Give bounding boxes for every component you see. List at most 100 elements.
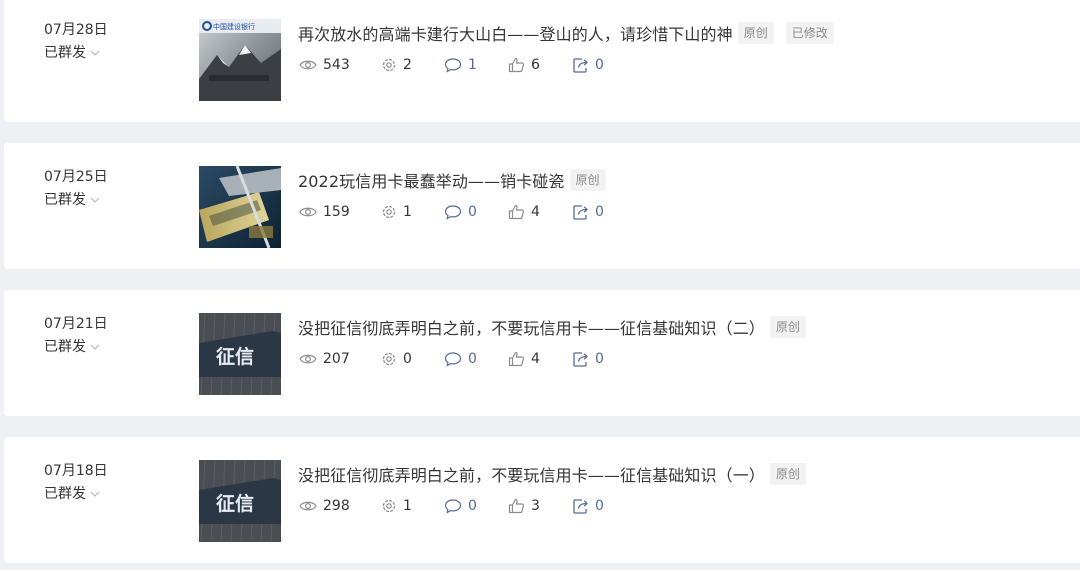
share-icon	[573, 498, 588, 514]
gear-icon	[382, 205, 396, 219]
chevron-down-icon	[90, 344, 100, 350]
comments-stat[interactable]: 0	[444, 348, 508, 370]
likes-count: 4	[531, 204, 540, 220]
comments-stat[interactable]: 1	[444, 54, 508, 76]
shares-stat[interactable]: 0	[572, 495, 604, 517]
thumbs-up-icon	[508, 498, 525, 514]
likes-stat[interactable]: 6	[508, 54, 572, 76]
share-icon	[573, 57, 588, 73]
comment-icon	[444, 352, 462, 367]
views-stat[interactable]: 207	[299, 348, 381, 370]
send-status-dropdown[interactable]: 已群发	[44, 42, 108, 64]
comments-count: 0	[468, 351, 477, 367]
comment-icon	[444, 205, 462, 220]
send-status-label: 已群发	[44, 192, 86, 208]
settings-stat[interactable]: 0	[381, 348, 444, 370]
comments-count: 1	[468, 57, 477, 73]
stats-row: 298 1 0 3 0	[299, 495, 604, 517]
views-stat[interactable]: 543	[299, 54, 381, 76]
article-card: 07月28日 已群发 中国建设银行 再次放水的高端卡建行大山白——登山的人，请珍…	[4, 0, 1080, 122]
svg-text:中国建设银行: 中国建设银行	[213, 22, 255, 31]
article-thumbnail[interactable]: 中国建设银行	[199, 19, 281, 101]
original-badge: 原创	[737, 22, 774, 44]
article-title[interactable]: 没把征信彻底弄明白之前，不要玩信用卡——征信基础知识（二）	[298, 315, 765, 339]
likes-stat[interactable]: 3	[508, 495, 572, 517]
views-count: 543	[323, 57, 350, 73]
shares-stat[interactable]: 0	[572, 54, 604, 76]
likes-count: 4	[531, 351, 540, 367]
gear-icon	[382, 499, 396, 513]
article-thumbnail[interactable]	[199, 166, 281, 248]
thumbs-up-icon	[508, 57, 525, 73]
gear-icon	[382, 58, 396, 72]
publish-date: 07月18日	[44, 463, 108, 479]
send-status-dropdown[interactable]: 已群发	[44, 336, 108, 358]
stats-row: 159 1 0 4 0	[299, 201, 604, 223]
title-row: 2022玩信用卡最蠢举动——销卡碰瓷 原创	[298, 168, 606, 192]
shares-count: 0	[595, 57, 604, 73]
original-badge: 原创	[569, 169, 606, 191]
thumbs-up-icon	[508, 351, 525, 367]
comments-stat[interactable]: 0	[444, 495, 508, 517]
settings-count: 1	[403, 498, 412, 514]
article-card: 07月25日 已群发 2022玩信用卡最蠢举动——销卡碰瓷 原创 159 1 0…	[4, 143, 1080, 269]
settings-stat[interactable]: 1	[381, 495, 444, 517]
comments-count: 0	[468, 204, 477, 220]
views-count: 298	[323, 498, 350, 514]
likes-count: 3	[531, 498, 540, 514]
send-status-dropdown[interactable]: 已群发	[44, 189, 108, 211]
article-card: 07月18日 已群发 征信 没把征信彻底弄明白之前，不要玩信用卡——征信基础知识…	[4, 437, 1080, 563]
comment-icon	[444, 58, 462, 73]
eye-icon	[299, 354, 317, 364]
article-card: 07月21日 已群发 征信 没把征信彻底弄明白之前，不要玩信用卡——征信基础知识…	[4, 290, 1080, 416]
publish-date: 07月28日	[44, 22, 108, 38]
settings-count: 2	[403, 57, 412, 73]
date-column: 07月25日 已群发	[44, 166, 108, 211]
views-stat[interactable]: 298	[299, 495, 381, 517]
publish-date: 07月25日	[44, 169, 108, 185]
article-thumbnail[interactable]: 征信	[199, 313, 281, 395]
title-row: 再次放水的高端卡建行大山白——登山的人，请珍惜下山的神 原创 已修改	[298, 21, 834, 45]
svg-text:征信: 征信	[216, 492, 254, 515]
original-badge: 原创	[769, 463, 806, 485]
views-stat[interactable]: 159	[299, 201, 381, 223]
title-row: 没把征信彻底弄明白之前，不要玩信用卡——征信基础知识（一） 原创	[298, 462, 806, 486]
likes-stat[interactable]: 4	[508, 201, 572, 223]
send-status-label: 已群发	[44, 339, 86, 355]
send-status-label: 已群发	[44, 45, 86, 61]
share-icon	[573, 351, 588, 367]
svg-text:征信: 征信	[216, 345, 254, 368]
comment-icon	[444, 499, 462, 514]
comments-count: 0	[468, 498, 477, 514]
article-thumbnail[interactable]: 征信	[199, 460, 281, 542]
article-title[interactable]: 2022玩信用卡最蠢举动——销卡碰瓷	[298, 168, 565, 192]
original-badge: 原创	[769, 316, 806, 338]
chevron-down-icon	[90, 197, 100, 203]
date-column: 07月18日 已群发	[44, 460, 108, 505]
stats-row: 543 2 1 6 0	[299, 54, 604, 76]
eye-icon	[299, 207, 317, 217]
shares-stat[interactable]: 0	[572, 348, 604, 370]
date-column: 07月21日 已群发	[44, 313, 108, 358]
eye-icon	[299, 501, 317, 511]
shares-stat[interactable]: 0	[572, 201, 604, 223]
gear-icon	[382, 352, 396, 366]
title-row: 没把征信彻底弄明白之前，不要玩信用卡——征信基础知识（二） 原创	[298, 315, 806, 339]
comments-stat[interactable]: 0	[444, 201, 508, 223]
views-count: 207	[323, 351, 350, 367]
send-status-dropdown[interactable]: 已群发	[44, 483, 108, 505]
modified-badge: 已修改	[785, 22, 834, 44]
settings-stat[interactable]: 2	[381, 54, 444, 76]
shares-count: 0	[595, 204, 604, 220]
stats-row: 207 0 0 4 0	[299, 348, 604, 370]
eye-icon	[299, 60, 317, 70]
likes-stat[interactable]: 4	[508, 348, 572, 370]
article-list: 07月28日 已群发 中国建设银行 再次放水的高端卡建行大山白——登山的人，请珍…	[0, 0, 1080, 570]
settings-stat[interactable]: 1	[381, 201, 444, 223]
shares-count: 0	[595, 498, 604, 514]
chevron-down-icon	[90, 491, 100, 497]
article-title[interactable]: 再次放水的高端卡建行大山白——登山的人，请珍惜下山的神	[298, 21, 733, 45]
shares-count: 0	[595, 351, 604, 367]
publish-date: 07月21日	[44, 316, 108, 332]
article-title[interactable]: 没把征信彻底弄明白之前，不要玩信用卡——征信基础知识（一）	[298, 462, 765, 486]
